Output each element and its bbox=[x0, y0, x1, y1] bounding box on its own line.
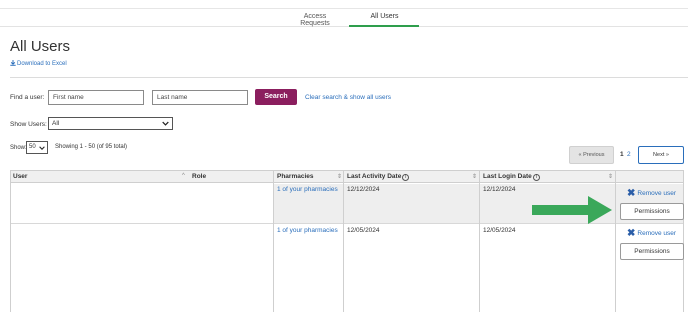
column-divider bbox=[343, 170, 344, 312]
pharmacies-link[interactable]: 1 of your pharmacies bbox=[277, 186, 338, 193]
download-label: Download to Excel bbox=[17, 61, 67, 67]
show-users-value: All bbox=[52, 120, 60, 127]
next-page-button[interactable]: Next » bbox=[638, 146, 684, 164]
column-divider bbox=[273, 170, 274, 312]
page-1-link[interactable]: 1 bbox=[620, 151, 624, 158]
remove-x-icon: ✖ bbox=[627, 188, 636, 199]
page-size-value: 50 bbox=[29, 144, 36, 150]
last-activity-label: Last Activity Date bbox=[347, 173, 402, 180]
sort-icon[interactable]: ^ bbox=[182, 173, 185, 179]
remove-user-link[interactable]: ✖ Remove user bbox=[627, 228, 676, 239]
page-title: All Users bbox=[10, 38, 71, 55]
remove-user-label: Remove user bbox=[637, 230, 677, 237]
last-login-date: 12/05/2024 bbox=[483, 227, 516, 234]
download-icon bbox=[10, 60, 16, 66]
info-icon: i bbox=[402, 174, 410, 181]
column-header-pharmacies[interactable]: Pharmacies bbox=[277, 173, 314, 180]
clear-search-link[interactable]: Clear search & show all users bbox=[305, 94, 391, 101]
remove-user-link[interactable]: ✖ Remove user bbox=[627, 188, 676, 199]
column-header-last-login[interactable]: Last Login Date i bbox=[483, 173, 540, 181]
previous-page-button[interactable]: « Previous bbox=[569, 146, 614, 164]
permissions-button[interactable]: Permissions bbox=[620, 203, 684, 220]
section-divider bbox=[10, 77, 688, 78]
find-user-label: Find a user: bbox=[10, 94, 45, 101]
remove-user-label: Remove user bbox=[637, 190, 677, 197]
column-header-role[interactable]: Role bbox=[192, 173, 206, 180]
page-size-select[interactable]: 50 bbox=[26, 141, 48, 154]
sort-icon[interactable]: ⇕ bbox=[608, 173, 613, 180]
tab-bar: Access Requests All Users bbox=[0, 9, 688, 27]
last-activity-date: 12/05/2024 bbox=[347, 227, 380, 234]
search-button[interactable]: Search bbox=[255, 89, 297, 105]
last-activity-date: 12/12/2024 bbox=[347, 186, 380, 193]
arrow-right-icon bbox=[532, 196, 612, 224]
show-users-select[interactable]: All bbox=[48, 117, 173, 130]
last-login-date: 12/12/2024 bbox=[483, 186, 516, 193]
sort-icon[interactable]: ⇕ bbox=[337, 173, 342, 180]
users-table: User ^ Role Pharmacies ⇕ Last Activity D… bbox=[10, 170, 684, 312]
pharmacies-link[interactable]: 1 of your pharmacies bbox=[277, 227, 338, 234]
page-2-link[interactable]: 2 bbox=[627, 151, 631, 158]
last-login-label: Last Login Date bbox=[483, 173, 532, 180]
showing-count: Showing 1 - 50 (of 95 total) bbox=[55, 144, 128, 150]
table-header: User ^ Role Pharmacies ⇕ Last Activity D… bbox=[11, 170, 683, 183]
chevron-down-icon bbox=[39, 146, 45, 150]
info-icon: i bbox=[532, 174, 540, 181]
table-row: 1 of your pharmacies 12/05/2024 12/05/20… bbox=[11, 225, 683, 265]
sort-icon[interactable]: ⇕ bbox=[472, 173, 477, 180]
show-users-label: Show Users: bbox=[10, 121, 47, 128]
chevron-down-icon bbox=[162, 121, 169, 126]
tab-access-requests[interactable]: Access Requests bbox=[290, 13, 340, 27]
user-cell bbox=[11, 184, 273, 223]
column-header-last-activity[interactable]: Last Activity Date i bbox=[347, 173, 410, 181]
download-excel-link[interactable]: Download to Excel bbox=[10, 60, 67, 67]
column-divider bbox=[479, 170, 480, 312]
column-header-user[interactable]: User bbox=[13, 173, 27, 180]
active-tab-indicator bbox=[349, 25, 419, 27]
column-divider bbox=[615, 170, 616, 312]
permissions-button[interactable]: Permissions bbox=[620, 243, 684, 260]
last-name-input[interactable]: Last name bbox=[152, 90, 248, 105]
tab-all-users[interactable]: All Users bbox=[352, 13, 417, 20]
show-label: Show: bbox=[10, 145, 27, 151]
first-name-input[interactable]: First name bbox=[48, 90, 144, 105]
remove-x-icon: ✖ bbox=[627, 228, 636, 239]
